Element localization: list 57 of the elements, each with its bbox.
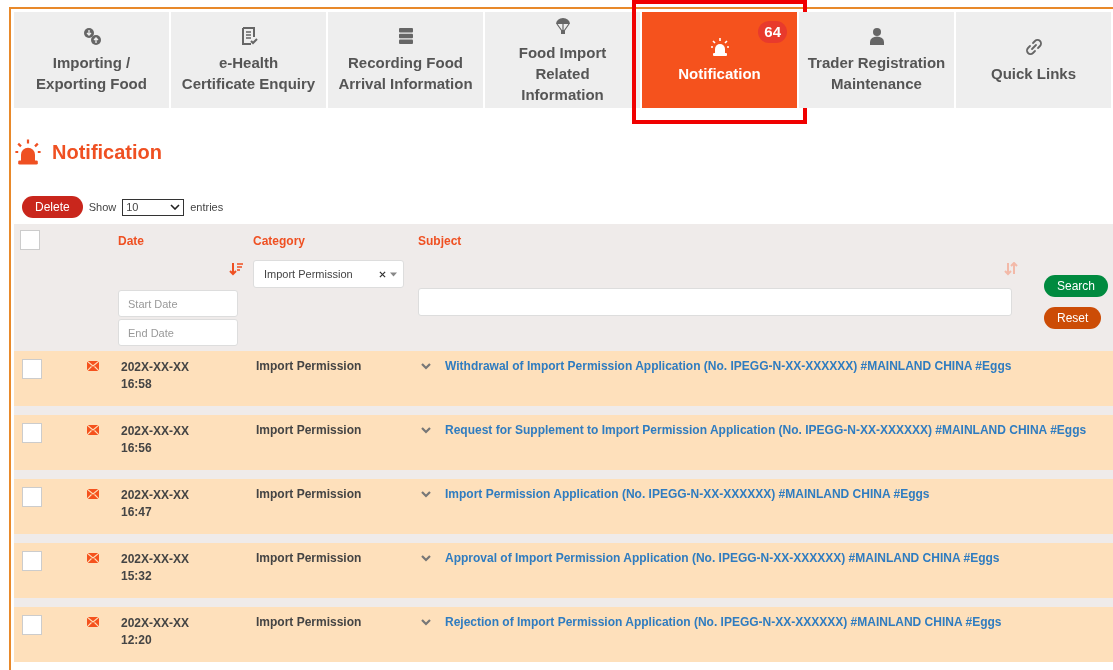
- caret-icon: [390, 270, 397, 278]
- date-cell-text: 202X-XX-XX 15:32: [121, 551, 191, 585]
- transfer-icon: [81, 26, 102, 46]
- start-date-field[interactable]: Start Date: [118, 290, 238, 317]
- chevron-icon[interactable]: [421, 491, 431, 498]
- column-header: Subject: [418, 233, 463, 248]
- row-checkbox[interactable]: [22, 615, 42, 635]
- date-cell-text: 202X-XX-XX 16:56: [121, 423, 191, 457]
- date-cell-text: 202X-XX-XX 12:20: [121, 615, 191, 649]
- subject-link[interactable]: Import Permission Application (No. IPEGG-N-XX-XXXXXX) #MAINLAND CHINA #Eggs: [445, 487, 930, 501]
- row-checkbox[interactable]: [22, 487, 42, 507]
- category-cell-text: Import Permission: [256, 487, 363, 503]
- chevron-icon[interactable]: [421, 363, 431, 370]
- select-all-checkbox[interactable]: [20, 230, 40, 250]
- subject-link[interactable]: Request for Supplement to Import Permission Application (No. IPEGG-N-XX-XXXXXX) #MAINLAND CHINA #Eggs: [445, 423, 1087, 437]
- show-label: Show: [88, 201, 117, 213]
- subject-link[interactable]: Rejection of Import Permission Application (No. IPEGG-N-XX-XXXXXX) #MAINLAND CHINA #Eggs: [445, 615, 1002, 629]
- nav-tab[interactable]: Trader Registration Maintenance: [799, 12, 954, 108]
- nav-tab[interactable]: Recording Food Arrival Information: [328, 12, 483, 108]
- clear-icon[interactable]: [379, 270, 386, 278]
- count-badge: 64: [758, 21, 787, 43]
- category-select[interactable]: Import Permission: [253, 260, 404, 288]
- column-header: Date: [118, 233, 145, 248]
- category-cell-text: Import Permission: [256, 359, 363, 375]
- entries-label: entries: [190, 201, 224, 213]
- siren-icon: [709, 36, 730, 57]
- end-date-field[interactable]: End Date: [118, 319, 238, 346]
- delete-button[interactable]: Delete: [22, 196, 83, 218]
- category-cell-text: Import Permission: [256, 615, 363, 631]
- nav-tab[interactable]: Food Import Related Information: [485, 12, 640, 108]
- link-icon: [1023, 36, 1044, 57]
- caret-icon: [170, 204, 181, 210]
- nav-tab[interactable]: Notification 64: [642, 12, 797, 108]
- date-cell-text: 202X-XX-XX 16:47: [121, 487, 191, 521]
- page-size-select[interactable]: 10: [122, 198, 185, 216]
- nav-tab[interactable]: Importing / Exporting Food: [14, 12, 169, 108]
- category-cell-text: Import Permission: [256, 423, 363, 439]
- nav-tab[interactable]: Quick Links: [956, 12, 1111, 108]
- subject-link[interactable]: Approval of Import Permission Application (No. IPEGG-N-XX-XXXXXX) #MAINLAND CHINA #Eggs: [445, 551, 1000, 565]
- sort-icon[interactable]: [1004, 262, 1018, 276]
- siren-icon: [14, 138, 42, 166]
- page-title: Notification: [52, 140, 162, 164]
- chevron-icon[interactable]: [421, 555, 431, 562]
- row-checkbox[interactable]: [22, 359, 42, 379]
- subject-link[interactable]: Withdrawal of Import Permission Application (No. IPEGG-N-XX-XXXXXX) #MAINLAND CHINA #Eggs: [445, 359, 1012, 373]
- category-cell-text: Import Permission: [256, 551, 363, 567]
- search-button[interactable]: Search: [1044, 275, 1109, 297]
- chevron-icon[interactable]: [421, 619, 431, 626]
- nav-tab[interactable]: e-Health Certificate Enquiry: [171, 12, 326, 108]
- row-checkbox[interactable]: [22, 423, 42, 443]
- sort-icon[interactable]: [229, 262, 243, 276]
- date-cell-text: 202X-XX-XX 16:58: [121, 359, 191, 393]
- column-header: Category: [253, 233, 306, 248]
- chevron-icon[interactable]: [421, 427, 431, 434]
- row-checkbox[interactable]: [22, 551, 42, 571]
- subject-field[interactable]: [418, 288, 1012, 316]
- reset-button[interactable]: Reset: [1044, 307, 1102, 329]
